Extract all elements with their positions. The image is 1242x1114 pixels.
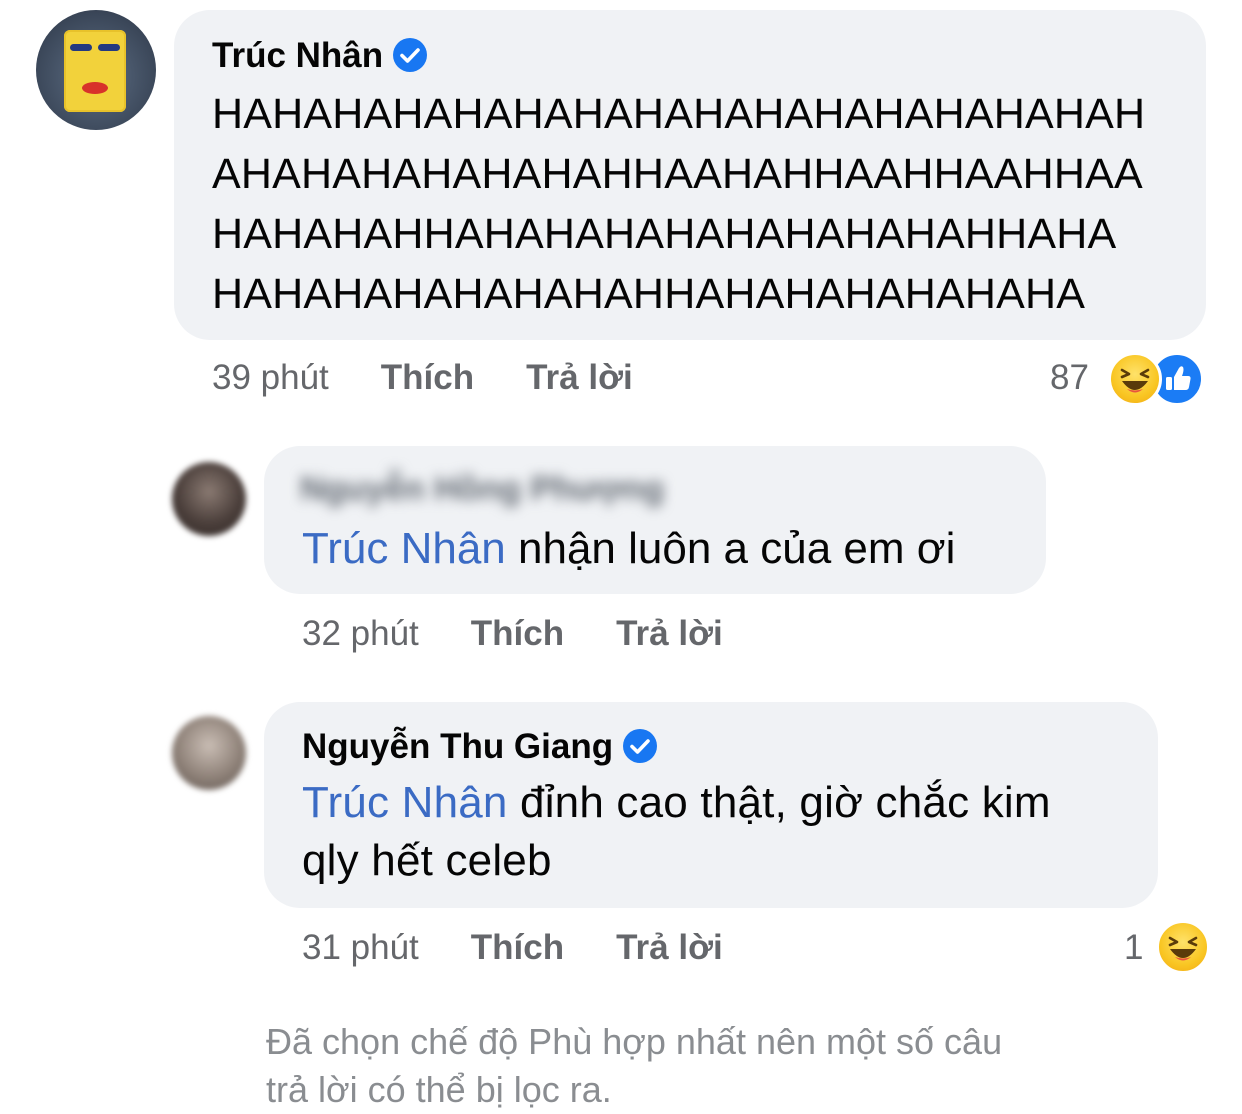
comment-text: HAHAHAHAHAHAHAHAHAHAHAHAHAHAHAH AHAHAHAH… <box>212 84 1145 324</box>
comment-author-blurred[interactable]: Nguyễn Hồng Phượng <box>300 470 664 509</box>
reaction-count[interactable]: 87 <box>1050 358 1089 397</box>
filter-note: Đã chọn chế độ Phù hợp nhất nên một số c… <box>266 1018 1166 1114</box>
comment-actions: 39 phút Thích Trả lời <box>212 358 685 398</box>
like-button[interactable]: Thích <box>381 358 474 397</box>
author-name[interactable]: Nguyễn Thu Giang <box>302 727 613 766</box>
comment-text-line: HAHAHAHHAHAHAHAHAHAHAHAHAHHAHA <box>212 210 1117 258</box>
comment-text: Trúc Nhân nhận luôn a của em ơi <box>302 520 955 578</box>
like-button[interactable]: Thích <box>471 614 564 653</box>
comment-text-line: HAHAHAHAHAHAHAHAHAHAHAHAHAHAHAH <box>212 90 1146 138</box>
comment-text-line: AHAHAHAHAHAHAHHAAHAHHAAHHAAHHAA <box>212 150 1143 198</box>
comment-thread: Trúc Nhân HAHAHAHAHAHAHAHAHAHAHAHAHAHAHA… <box>0 0 1242 1114</box>
avatar-truc-nhan[interactable] <box>36 10 156 130</box>
reply-button[interactable]: Trả lời <box>616 614 723 653</box>
reaction-summary[interactable]: 87 <box>1050 358 1089 398</box>
comment-text-line: HAHAHAHAHAHAHAHHAHAHAHAHAHAHA <box>212 270 1086 318</box>
like-button[interactable]: Thích <box>471 928 564 967</box>
mention-link[interactable]: Trúc Nhân <box>302 778 508 827</box>
filter-note-line: Đã chọn chế độ Phù hợp nhất nên một số c… <box>266 1021 1003 1062</box>
mention-link[interactable]: Trúc Nhân <box>302 524 506 573</box>
avatar-blurred[interactable] <box>172 462 246 536</box>
comment-actions: 31 phút Thích Trả lời <box>302 928 775 968</box>
comment-body: đỉnh cao thật, giờ chắc kim <box>507 778 1051 827</box>
comment-author[interactable]: Trúc Nhân <box>212 36 428 76</box>
avatar-blurred[interactable] <box>172 716 246 790</box>
comment-actions: 32 phút Thích Trả lời <box>302 614 775 654</box>
comment-timestamp[interactable]: 32 phút <box>302 614 419 653</box>
haha-reaction-icon <box>1156 920 1210 974</box>
verified-badge-icon <box>393 38 428 72</box>
verified-badge-icon <box>623 729 658 763</box>
reaction-count[interactable]: 1 <box>1124 928 1143 967</box>
reaction-summary[interactable]: 1 <box>1124 928 1143 968</box>
comment-body: qly hết celeb <box>302 836 552 885</box>
comment-timestamp[interactable]: 39 phút <box>212 358 329 397</box>
filter-note-line: trả lời có thể bị lọc ra. <box>266 1069 612 1110</box>
reply-button[interactable]: Trả lời <box>526 358 633 397</box>
author-name[interactable]: Trúc Nhân <box>212 36 383 75</box>
haha-reaction-icon <box>1108 352 1162 406</box>
reply-button[interactable]: Trả lời <box>616 928 723 967</box>
comment-body: nhận luôn a của em ơi <box>505 524 956 573</box>
comment-text: Trúc Nhân đỉnh cao thật, giờ chắc kim ql… <box>302 774 1051 890</box>
comment-timestamp[interactable]: 31 phút <box>302 928 419 967</box>
comment-author[interactable]: Nguyễn Thu Giang <box>302 727 658 767</box>
avatar-mask-image <box>64 30 126 112</box>
